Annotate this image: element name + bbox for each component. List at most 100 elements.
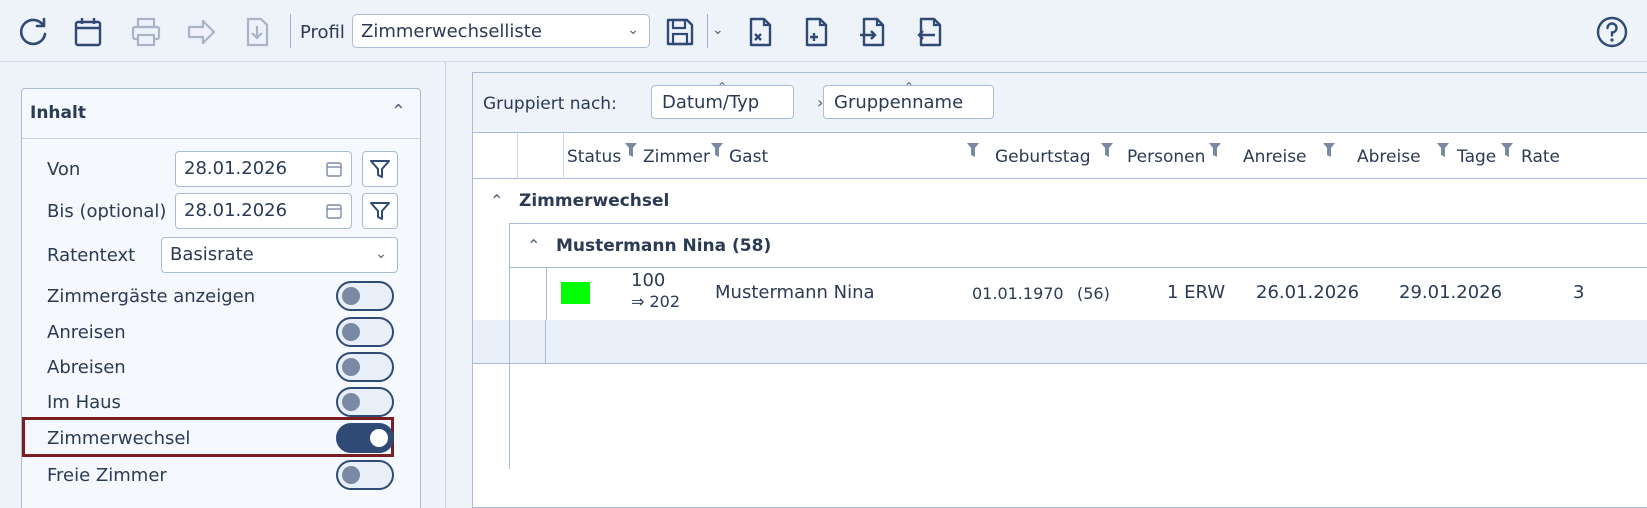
column-header-geburtstag[interactable]: Geburtstag — [995, 147, 1091, 167]
print-icon[interactable] — [126, 12, 166, 52]
chevron-up-icon[interactable]: ⌃ — [490, 191, 503, 210]
bis-date-input[interactable]: 28.01.2026 — [175, 193, 352, 229]
group-title: Zimmerwechsel — [519, 191, 670, 211]
toggle-knob — [370, 429, 388, 447]
toggle-zimmerwechsel[interactable] — [336, 423, 394, 453]
cell-anreise: 26.01.2026 — [1256, 282, 1360, 303]
toolbar-separator — [290, 14, 291, 48]
toggle-abreisen[interactable] — [336, 352, 394, 382]
toggle-label: Zimmergäste anzeigen — [47, 286, 256, 307]
chevron-up-icon[interactable]: ⌃ — [527, 236, 540, 255]
column-header-personen[interactable]: Personen — [1127, 147, 1205, 167]
profil-select[interactable]: Zimmerwechselliste ⌄ — [352, 14, 650, 48]
sort-up-icon: ⌃ — [717, 80, 728, 94]
filter-icon — [370, 160, 390, 178]
save-icon[interactable] — [660, 12, 700, 52]
group-title: Mustermann Nina (58) — [556, 236, 772, 256]
von-filter-button[interactable] — [362, 151, 398, 187]
results-panel: Gruppiert nach: ⌃ Datum/Typ › ⌃ Gruppenn… — [446, 62, 1647, 508]
toggle-knob — [342, 393, 360, 411]
von-label: Von — [47, 159, 81, 180]
toggle-knob — [342, 287, 360, 305]
download-icon[interactable] — [237, 12, 277, 52]
ratentext-select[interactable]: Basisrate ⌄ — [161, 237, 398, 273]
row-separator — [509, 320, 510, 364]
add-file-icon[interactable] — [796, 12, 836, 52]
refresh-icon[interactable] — [13, 12, 53, 52]
cell-zimmer-to: ⇒ 202 — [631, 292, 681, 310]
inhalt-header[interactable]: Inhalt ⌃ — [22, 89, 420, 139]
group-row-level2[interactable]: ⌃ Mustermann Nina (58) — [510, 224, 1647, 268]
toggle-label: Zimmerwechsel — [47, 428, 191, 449]
group-chip-label: Gruppenname — [834, 92, 964, 113]
cell-tage: 3 — [1573, 282, 1585, 303]
profil-label: Profil — [300, 22, 345, 43]
von-date-value: 28.01.2026 — [184, 158, 288, 179]
group-chip-label: Datum/Typ — [662, 92, 760, 113]
filter-panel: Inhalt ⌃ Von 28.01.2026 Bis (optional) 2… — [0, 62, 446, 508]
calendar-icon[interactable] — [325, 202, 343, 220]
column-header-row: Status Zimmer Gast Geburtstag Personen A… — [473, 133, 1647, 179]
row-separator — [545, 320, 546, 364]
von-date-input[interactable]: 28.01.2026 — [175, 151, 352, 187]
import-file-icon[interactable] — [853, 12, 893, 52]
bis-filter-button[interactable] — [362, 193, 398, 229]
cell-geburtstag: 01.01.1970 — [972, 284, 1064, 303]
help-icon[interactable] — [1592, 12, 1632, 52]
toggle-zimmergaeste[interactable] — [336, 281, 394, 311]
chevron-down-icon: ⌄ — [375, 246, 387, 262]
column-header-zimmer[interactable]: Zimmer — [643, 147, 710, 167]
column-filter-icon[interactable] — [1323, 143, 1335, 159]
filter-icon — [370, 202, 390, 220]
chevron-up-icon[interactable]: ⌃ — [391, 101, 406, 122]
calendar-icon[interactable] — [68, 12, 108, 52]
table-row[interactable]: 100 ⇒ 202 Mustermann Nina 01.01.1970 (56… — [546, 268, 1647, 320]
ratentext-label: Ratentext — [47, 245, 136, 266]
toggle-im-haus[interactable] — [336, 387, 394, 417]
cell-alter: (56) — [1077, 284, 1110, 303]
toggle-knob — [342, 323, 360, 341]
save-options-chevron-icon[interactable]: ⌄ — [712, 22, 724, 38]
column-filter-icon[interactable] — [1501, 143, 1513, 159]
status-indicator — [561, 282, 590, 304]
forward-arrow-icon[interactable] — [182, 12, 222, 52]
column-filter-icon[interactable] — [625, 143, 637, 159]
column-separator — [517, 133, 518, 179]
results-grid: Gruppiert nach: ⌃ Datum/Typ › ⌃ Gruppenn… — [472, 72, 1647, 508]
delete-file-icon[interactable] — [740, 12, 780, 52]
profil-select-value: Zimmerwechselliste — [361, 21, 542, 42]
column-filter-icon[interactable] — [1437, 143, 1449, 159]
cell-personen: 1 ERW — [1167, 282, 1226, 303]
toolbar: Profil Zimmerwechselliste ⌄ ⌄ — [0, 0, 1647, 62]
calendar-icon[interactable] — [325, 160, 343, 178]
group-level2: ⌃ Mustermann Nina (58) 100 ⇒ 202 Musterm… — [473, 223, 1647, 469]
group-chip-gruppenname[interactable]: ⌃ Gruppenname — [823, 80, 994, 119]
column-filter-icon[interactable] — [1209, 143, 1221, 159]
column-filter-icon[interactable] — [1101, 143, 1113, 159]
column-separator — [563, 133, 564, 179]
sort-up-icon: ⌃ — [904, 80, 915, 94]
cell-gast: Mustermann Nina — [715, 282, 875, 303]
bis-date-value: 28.01.2026 — [184, 200, 288, 221]
group-chip-datum-typ[interactable]: ⌃ Datum/Typ — [651, 80, 794, 119]
toolbar-separator — [707, 14, 708, 48]
toggle-label: Freie Zimmer — [47, 465, 167, 486]
table-row-empty — [473, 320, 1647, 364]
toggle-label: Im Haus — [47, 392, 121, 413]
group-row-level1[interactable]: ⌃ Zimmerwechsel — [473, 179, 1647, 223]
column-header-tage[interactable]: Tage — [1457, 147, 1496, 167]
column-header-abreise[interactable]: Abreise — [1357, 147, 1421, 167]
toggle-knob — [342, 466, 360, 484]
bis-label: Bis (optional) — [47, 201, 167, 222]
toggle-anreisen[interactable] — [336, 317, 394, 347]
column-header-rate[interactable]: Rate — [1521, 147, 1560, 167]
column-header-anreise[interactable]: Anreise — [1243, 147, 1307, 167]
column-filter-icon[interactable] — [711, 143, 723, 159]
export-file-icon[interactable] — [910, 12, 950, 52]
column-header-status[interactable]: Status — [567, 147, 621, 167]
column-filter-icon[interactable] — [967, 143, 979, 159]
toggle-freie-zimmer[interactable] — [336, 460, 394, 490]
column-header-gast[interactable]: Gast — [729, 147, 768, 167]
toggle-knob — [342, 358, 360, 376]
inhalt-title: Inhalt — [30, 103, 86, 123]
